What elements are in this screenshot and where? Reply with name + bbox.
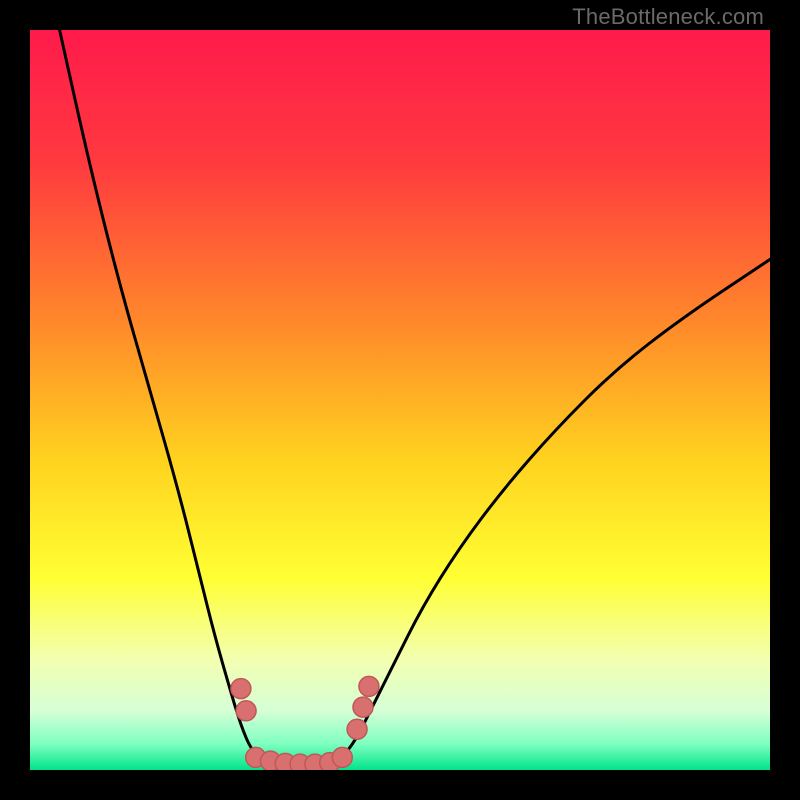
- marker-dot: [236, 701, 256, 721]
- marker-dots: [30, 30, 770, 770]
- chart-frame: TheBottleneck.com: [0, 0, 800, 800]
- plot-area: [30, 30, 770, 770]
- watermark-text: TheBottleneck.com: [572, 4, 764, 30]
- marker-dot: [359, 676, 379, 696]
- marker-dot: [353, 697, 373, 717]
- marker-dot: [231, 679, 251, 699]
- marker-dot: [332, 747, 352, 767]
- marker-dot: [347, 719, 367, 739]
